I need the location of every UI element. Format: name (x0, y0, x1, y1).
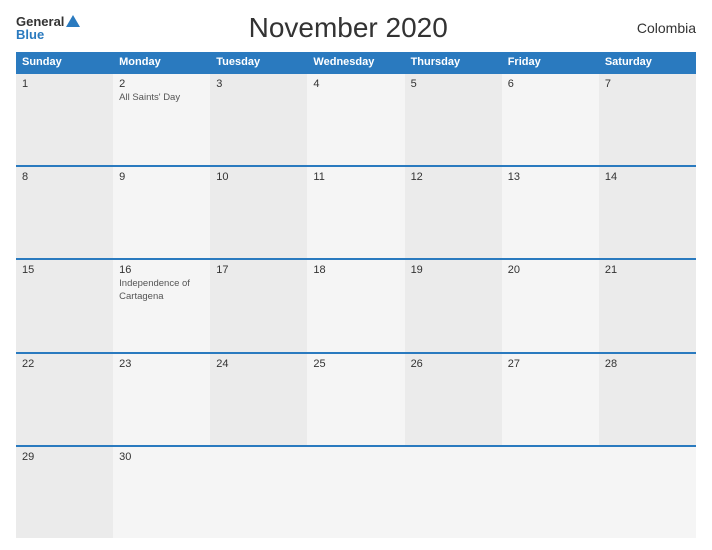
weekday-header: Wednesday (307, 52, 404, 72)
calendar-cell (405, 447, 502, 538)
day-number: 25 (313, 358, 398, 370)
day-number: 2 (119, 78, 204, 90)
country-label: Colombia (616, 20, 696, 36)
day-number: 19 (411, 264, 496, 276)
calendar-cell: 17 (210, 260, 307, 351)
weekday-header: Saturday (599, 52, 696, 72)
logo-triangle-icon (66, 15, 80, 27)
calendar-cell: 8 (16, 167, 113, 258)
calendar-cell: 2 All Saints' Day (113, 74, 210, 165)
calendar-cell: 25 (307, 354, 404, 445)
calendar-cell: 1 (16, 74, 113, 165)
day-number: 10 (216, 171, 301, 183)
calendar-cell: 4 (307, 74, 404, 165)
weekday-header: Friday (502, 52, 599, 72)
day-number: 23 (119, 358, 204, 370)
day-number: 1 (22, 78, 107, 90)
calendar-week: 89 10 11 12 13 14 (16, 165, 696, 258)
page: General Blue November 2020 Colombia Sund… (0, 0, 712, 550)
day-number: 9 (119, 171, 204, 183)
day-number: 4 (313, 78, 398, 90)
calendar-cell: 21 (599, 260, 696, 351)
day-number: 17 (216, 264, 301, 276)
calendar-cell: 13 (502, 167, 599, 258)
logo-blue: Blue (16, 28, 44, 41)
calendar-cell: 5 (405, 74, 502, 165)
day-number: 18 (313, 264, 398, 276)
calendar-week: 15 16 Independence of Cartagena 17 18 19 20 21 (16, 258, 696, 351)
weekday-header: Sunday (16, 52, 113, 72)
day-number: 6 (508, 78, 593, 90)
weekday-header: Monday (113, 52, 210, 72)
calendar-cell: 24 (210, 354, 307, 445)
calendar-cell: 26 (405, 354, 502, 445)
weekday-header: Tuesday (210, 52, 307, 72)
calendar-body: 12All Saints' Day345678910111213141516In… (16, 72, 696, 538)
calendar-cell: 3 (210, 74, 307, 165)
day-number: 22 (22, 358, 107, 370)
calendar-cell: 7 (599, 74, 696, 165)
day-number: 3 (216, 78, 301, 90)
calendar-cell: 12 (405, 167, 502, 258)
day-number: 11 (313, 171, 398, 183)
calendar-cell: 28 (599, 354, 696, 445)
calendar-cell: 23 (113, 354, 210, 445)
calendar-cell: 6 (502, 74, 599, 165)
day-number: 20 (508, 264, 593, 276)
calendar-cell: 18 (307, 260, 404, 351)
day-number: 7 (605, 78, 690, 90)
header: General Blue November 2020 Colombia (16, 12, 696, 44)
day-number: 14 (605, 171, 690, 183)
calendar-cell: 30 (113, 447, 210, 538)
day-number: 13 (508, 171, 593, 183)
holiday-label: All Saints' Day (119, 92, 204, 104)
day-number: 16 (119, 264, 204, 276)
calendar-cell (502, 447, 599, 538)
calendar-cell: 29 (16, 447, 113, 538)
calendar-cell: 14 (599, 167, 696, 258)
calendar-cell: 10 (210, 167, 307, 258)
calendar-cell: 9 (113, 167, 210, 258)
calendar-cell (307, 447, 404, 538)
day-number: 27 (508, 358, 593, 370)
day-number: 28 (605, 358, 690, 370)
day-number: 30 (119, 451, 204, 463)
calendar-header: SundayMondayTuesdayWednesdayThursdayFrid… (16, 52, 696, 72)
day-number: 21 (605, 264, 690, 276)
calendar-week: 12 All Saints' Day 34 567 (16, 72, 696, 165)
calendar-cell (210, 447, 307, 538)
day-number: 26 (411, 358, 496, 370)
weekday-header: Thursday (405, 52, 502, 72)
calendar-cell: 20 (502, 260, 599, 351)
logo: General Blue (16, 15, 80, 41)
calendar-cell (599, 447, 696, 538)
calendar-week: 22 23 24 25 26 27 28 (16, 352, 696, 445)
calendar-cell: 27 (502, 354, 599, 445)
calendar-cell: 22 (16, 354, 113, 445)
calendar-cell: 19 (405, 260, 502, 351)
day-number: 29 (22, 451, 107, 463)
day-number: 24 (216, 358, 301, 370)
day-number: 15 (22, 264, 107, 276)
calendar-cell: 15 (16, 260, 113, 351)
calendar-week: 29 30 (16, 445, 696, 538)
day-number: 5 (411, 78, 496, 90)
day-number: 12 (411, 171, 496, 183)
calendar-title: November 2020 (80, 12, 616, 44)
calendar: SundayMondayTuesdayWednesdayThursdayFrid… (16, 52, 696, 538)
holiday-label: Independence of Cartagena (119, 278, 204, 303)
calendar-cell: 16 Independence of Cartagena (113, 260, 210, 351)
calendar-cell: 11 (307, 167, 404, 258)
day-number: 8 (22, 171, 107, 183)
